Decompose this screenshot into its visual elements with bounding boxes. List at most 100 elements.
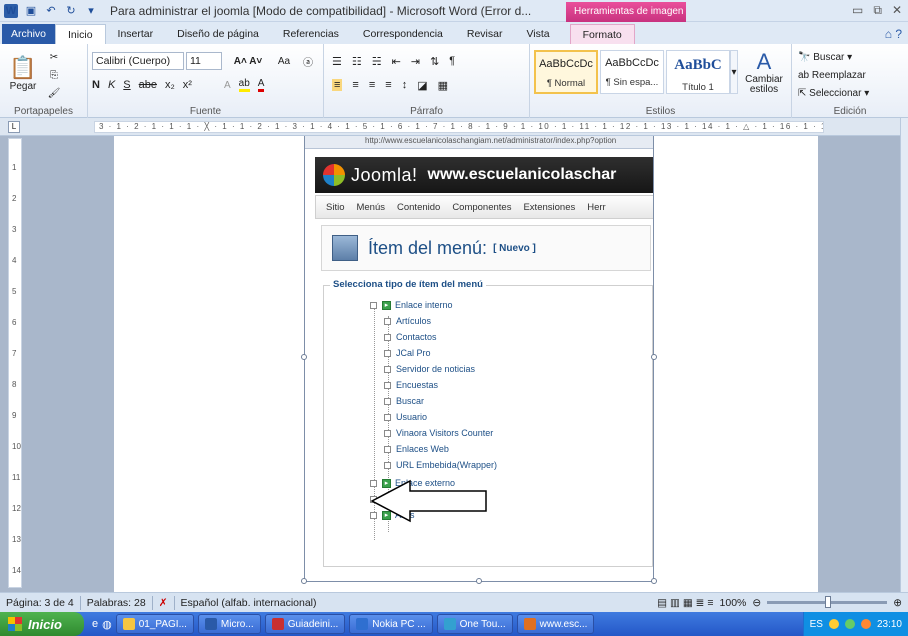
underline-icon[interactable]: S xyxy=(123,79,130,91)
selection-handle[interactable] xyxy=(651,354,657,360)
font-color-icon[interactable]: A xyxy=(257,78,265,92)
font-name-combo[interactable]: Calibri (Cuerpo) xyxy=(92,52,184,70)
justify-icon[interactable]: ≡ xyxy=(385,79,391,91)
copy-icon[interactable]: ⎘ xyxy=(46,68,62,82)
taskbar-window-button[interactable]: www.esc... xyxy=(516,614,595,634)
borders-icon[interactable]: ▦ xyxy=(438,79,448,92)
numbering-icon[interactable]: ☷ xyxy=(352,55,362,68)
cut-icon[interactable]: ✂ xyxy=(46,50,62,64)
selection-handle[interactable] xyxy=(301,354,307,360)
zoom-slider[interactable] xyxy=(767,596,888,608)
horizontal-ruler[interactable]: L 3 · 1 · 2 · 1 · 1 · 1 · ╳ · 1 · 1 · 2 … xyxy=(0,118,908,136)
tray-language[interactable]: ES xyxy=(810,619,823,630)
find-button[interactable]: 🔭 Buscar ▾ xyxy=(798,50,852,64)
zoom-out-icon[interactable]: ⊖ xyxy=(752,597,761,609)
tab-dise-o-de-p-gina[interactable]: Diseño de página xyxy=(165,24,271,44)
replace-button[interactable]: ab Reemplazar xyxy=(798,68,866,82)
italic-icon[interactable]: K xyxy=(108,79,115,91)
tab-vista[interactable]: Vista xyxy=(514,24,561,44)
shading-icon[interactable]: ◪ xyxy=(417,79,427,92)
decrease-indent-icon[interactable]: ⇤ xyxy=(392,55,401,68)
text-effects-icon[interactable]: A xyxy=(224,80,231,91)
tab-formato[interactable]: Formato xyxy=(569,24,635,44)
joomla-menu-item[interactable]: Sitio xyxy=(326,202,344,213)
tray-security-icon[interactable] xyxy=(844,619,855,629)
vertical-ruler[interactable]: 1 2 3 4 5 6 7 8 9 10 11 12 13 14 xyxy=(8,138,22,588)
increase-indent-icon[interactable]: ⇥ xyxy=(411,55,420,68)
zoom-level[interactable]: 100% xyxy=(720,597,747,609)
joomla-menu-item[interactable]: Componentes xyxy=(452,202,511,213)
tree-leaf-item[interactable]: Vinaora Visitors Counter xyxy=(384,428,493,438)
list-buttons[interactable]: ☰ ☷ ☵ ⇤ ⇥ ⇅ ¶ xyxy=(332,52,522,70)
redo-icon[interactable]: ↻ xyxy=(64,4,78,18)
grow-shrink-font-icon[interactable]: A˄ A˅ xyxy=(228,52,268,70)
superscript-icon[interactable]: x² xyxy=(183,79,192,91)
style-tile[interactable]: AaBbCcDc ¶ Sin espa... xyxy=(600,50,664,94)
clear-format-icon[interactable]: ⓐ xyxy=(298,52,318,70)
proofing-icon[interactable]: ✗ xyxy=(159,597,168,609)
customize-qat-icon[interactable]: ▾ xyxy=(84,4,98,18)
strikethrough-icon[interactable]: abe xyxy=(139,79,157,91)
selection-handle[interactable] xyxy=(651,578,657,584)
taskbar-window-button[interactable]: Nokia PC ... xyxy=(349,614,433,634)
language-indicator[interactable]: Español (alfab. internacional) xyxy=(181,597,317,609)
show-marks-icon[interactable]: ¶ xyxy=(449,55,455,67)
view-buttons-icon[interactable]: ▤ ▥ ▦ ≣ ≡ xyxy=(657,597,713,609)
restore-icon[interactable]: ⧉ xyxy=(873,3,882,18)
tree-leaf-item[interactable]: Enlaces Web xyxy=(384,444,449,454)
font-style-buttons[interactable]: NKS abe x₂ x² xyxy=(92,76,220,94)
tab-revisar[interactable]: Revisar xyxy=(455,24,515,44)
vertical-scrollbar[interactable] xyxy=(900,118,908,592)
save-icon[interactable]: ▣ xyxy=(24,4,38,18)
tree-leaf-item[interactable]: URL Embebida(Wrapper) xyxy=(384,460,497,470)
font-color-buttons[interactable]: A ab A xyxy=(224,76,320,94)
tab-insertar[interactable]: Insertar xyxy=(106,24,166,44)
joomla-menu-item[interactable]: Menús xyxy=(356,202,385,213)
tree-folder-item[interactable]: ▸ Enlace interno xyxy=(370,300,453,310)
change-styles-button[interactable]: A Cambiar estilos xyxy=(740,48,788,96)
subscript-icon[interactable]: x₂ xyxy=(165,79,175,91)
tree-leaf-item[interactable]: Contactos xyxy=(384,332,437,342)
tree-leaf-item[interactable]: Encuestas xyxy=(384,380,438,390)
paste-button[interactable]: 📋 Pegar xyxy=(6,50,40,96)
zoom-in-icon[interactable]: ⊕ xyxy=(893,597,902,609)
tree-leaf-item[interactable]: JCal Pro xyxy=(384,348,431,358)
close-icon[interactable]: ✕ xyxy=(892,3,902,18)
taskbar-window-button[interactable]: Micro... xyxy=(197,614,261,634)
tree-leaf-item[interactable]: Buscar xyxy=(384,396,424,406)
taskbar-window-button[interactable]: 01_PAGI... xyxy=(115,614,194,634)
style-tile[interactable]: AaBbCcDc ¶ Normal xyxy=(534,50,598,94)
tab-correspondencia[interactable]: Correspondencia xyxy=(351,24,455,44)
page-count[interactable]: Página: 3 de 4 xyxy=(0,597,74,609)
tab-selector-icon[interactable]: L xyxy=(8,121,20,133)
word-count[interactable]: Palabras: 28 xyxy=(87,597,146,609)
highlight-icon[interactable]: ab xyxy=(238,78,250,92)
select-button[interactable]: ⇱ Seleccionar ▾ xyxy=(798,86,869,100)
tree-leaf-item[interactable]: Usuario xyxy=(384,412,427,422)
tab-archivo[interactable]: Archivo xyxy=(2,24,56,44)
taskbar-window-button[interactable]: Guiadeini... xyxy=(264,614,346,634)
style-tile[interactable]: AaBbC Título 1 xyxy=(666,50,730,94)
tray-network-icon[interactable] xyxy=(828,619,839,629)
selection-handle[interactable] xyxy=(476,578,482,584)
tree-leaf-item[interactable]: Servidor de noticias xyxy=(384,364,475,374)
tray-app-icon[interactable] xyxy=(860,619,871,629)
sort-icon[interactable]: ⇅ xyxy=(430,55,439,68)
joomla-menu-item[interactable]: Extensiones xyxy=(523,202,575,213)
firefox-icon[interactable]: ◍ xyxy=(102,618,112,631)
tree-expander-icon[interactable] xyxy=(370,301,377,309)
joomla-menu-item[interactable]: Herr xyxy=(587,202,605,213)
align-left-icon[interactable]: ≡ xyxy=(332,79,343,91)
selection-handle[interactable] xyxy=(301,578,307,584)
start-button[interactable]: Inicio xyxy=(0,612,84,636)
bullets-icon[interactable]: ☰ xyxy=(332,55,342,68)
format-painter-icon[interactable]: 🖌 xyxy=(46,86,62,100)
help-icon[interactable]: ⌂ ? xyxy=(885,24,908,44)
bold-icon[interactable]: N xyxy=(92,79,100,91)
taskbar-window-button[interactable]: One Tou... xyxy=(436,614,513,634)
align-right-icon[interactable]: ≡ xyxy=(369,79,375,91)
tree-leaf-item[interactable]: Artículos xyxy=(384,316,431,326)
undo-icon[interactable]: ↶ xyxy=(44,4,58,18)
word-logo-icon[interactable]: W xyxy=(4,3,18,18)
multilevel-icon[interactable]: ☵ xyxy=(372,55,382,68)
